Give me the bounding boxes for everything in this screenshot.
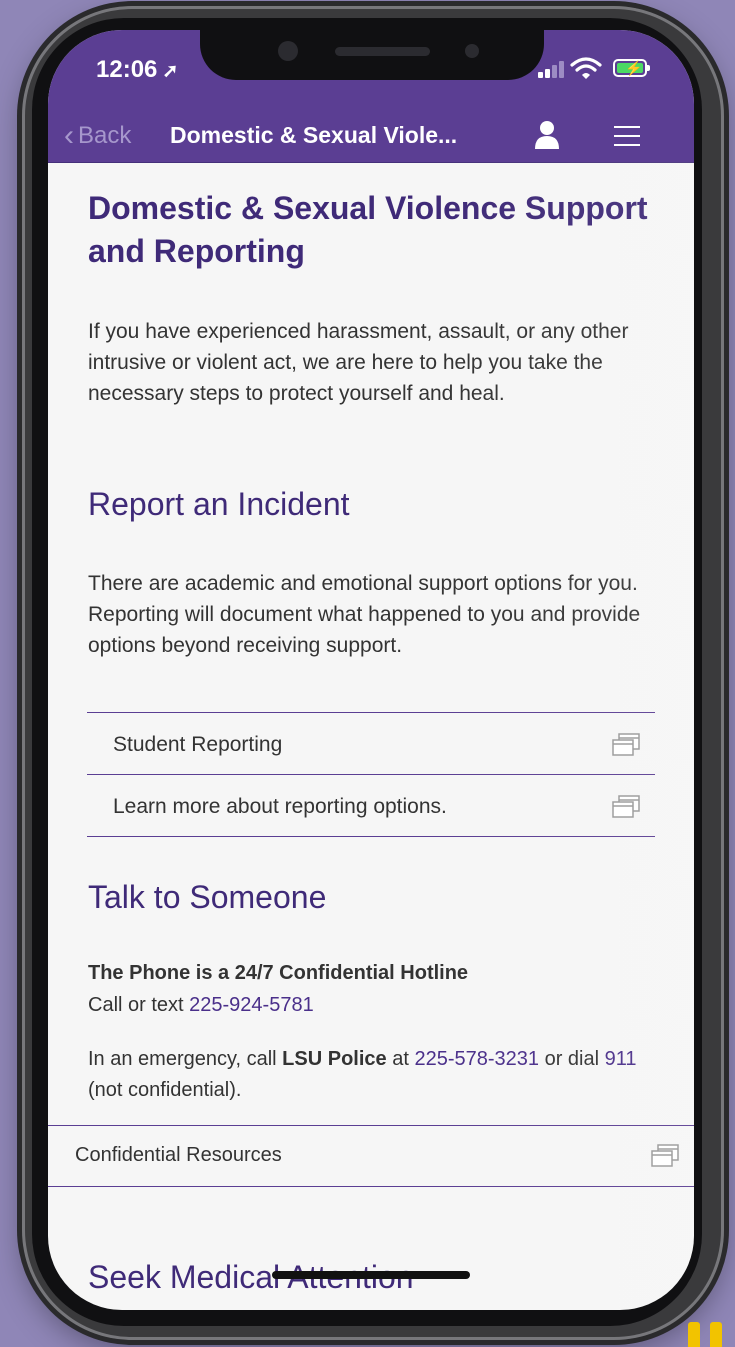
talk-to-someone-heading: Talk to Someone [88, 879, 327, 915]
confidential-resources-link[interactable]: Confidential Resources [48, 1125, 694, 1187]
status-time: 12:06 ➚ [96, 56, 178, 84]
reporting-options-link[interactable]: Learn more about reporting options. [87, 775, 655, 837]
link-label: Student Reporting [113, 733, 283, 756]
signal-icon [538, 60, 566, 78]
phone-screen: 12:06 ➚ ⚡ ‹ Back Domestic & Sexual Viole.… [48, 30, 694, 1310]
wifi-icon [570, 57, 602, 79]
hotline-phone-link[interactable]: 225-924-5781 [189, 994, 314, 1016]
status-bar: 12:06 ➚ ⚡ [48, 30, 694, 110]
police-phone-link[interactable]: 225-578-3231 [414, 1048, 539, 1070]
external-window-icon [612, 795, 640, 818]
home-indicator[interactable] [272, 1271, 470, 1279]
page-content: Domestic & Sexual Violence Support and R… [48, 162, 694, 1310]
hotline-prefix: Call or text [88, 994, 190, 1016]
menu-icon[interactable] [614, 126, 642, 148]
navigation-bar: ‹ Back Domestic & Sexual Viole... [48, 110, 694, 163]
link-label: Confidential Resources [75, 1144, 282, 1166]
emergency-pre911: or dial [539, 1048, 605, 1070]
emergency-mid: at [386, 1048, 415, 1070]
emergency-text: In an emergency, call LSU Police at 225-… [88, 1044, 668, 1106]
report-incident-heading: Report an Incident [88, 486, 350, 522]
hotline-title: The Phone is a 24/7 Confidential Hotline [88, 962, 469, 984]
emergency-agency: LSU Police [282, 1048, 387, 1070]
location-arrow-icon: ➚ [162, 61, 179, 82]
external-window-icon [651, 1144, 679, 1167]
battery-charging-icon: ⚡ [613, 59, 650, 77]
back-button[interactable]: ‹ Back [64, 116, 131, 156]
nav-title: Domestic & Sexual Viole... [170, 122, 458, 148]
emergency-suffix: (not confidential). [88, 1079, 242, 1101]
report-description: There are academic and emotional support… [88, 572, 641, 657]
sensor-icon [465, 44, 479, 58]
student-reporting-link[interactable]: Student Reporting [87, 713, 655, 775]
link-label: Learn more about reporting options. [113, 795, 447, 818]
corner-logo-fragment [684, 1318, 735, 1347]
back-button-label: Back [78, 122, 132, 149]
user-icon[interactable] [534, 120, 560, 150]
report-link-list: Student Reporting Learn more about repor… [87, 712, 655, 837]
notch [200, 30, 544, 80]
speaker-grille [335, 47, 430, 56]
hotline-line: Call or text 225-924-5781 [88, 994, 314, 1017]
camera-icon [278, 41, 298, 61]
emergency-prefix: In an emergency, call [88, 1048, 283, 1070]
status-time-label: 12:06 [96, 56, 158, 83]
intro-text: If you have experienced harassment, assa… [88, 320, 629, 405]
emergency-911-link[interactable]: 911 [605, 1048, 637, 1070]
external-window-icon [612, 733, 640, 756]
page-title: Domestic & Sexual Violence Support and R… [88, 190, 648, 269]
chevron-left-icon: ‹ [64, 119, 74, 152]
